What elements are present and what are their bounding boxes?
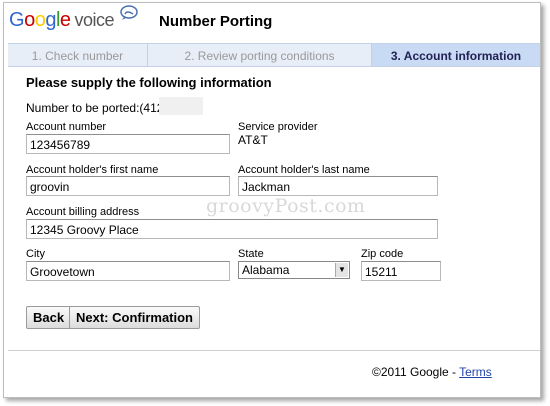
last-name-label: Account holder's last name (238, 164, 370, 176)
page-title: Number Porting (159, 13, 273, 30)
city-label: City (26, 248, 45, 260)
service-provider-value: AT&T (238, 133, 268, 147)
first-name-label: Account holder's first name (26, 164, 159, 176)
dropdown-arrow-icon[interactable]: ▼ (335, 263, 348, 277)
step-review-conditions: 2. Review porting conditions (148, 44, 372, 66)
last-name-input[interactable]: Jackman (238, 176, 438, 196)
billing-address-input[interactable]: 12345 Groovy Place (26, 219, 438, 239)
form-heading: Please supply the following information (26, 75, 272, 90)
account-number-input[interactable]: 123456789 (26, 134, 230, 154)
footer: ©2011 Google - Terms (372, 365, 492, 379)
next-confirmation-button[interactable]: Next: Confirmation (69, 306, 200, 329)
first-name-input[interactable]: groovin (26, 176, 230, 196)
step-check-number: 1. Check number (8, 44, 148, 66)
billing-address-label: Account billing address (26, 206, 140, 218)
state-label: State (238, 248, 264, 260)
account-number-label: Account number (26, 121, 107, 133)
watermark: groovyPost.com (206, 195, 366, 217)
state-select[interactable]: Alabama ▼ (238, 261, 350, 279)
zip-label: Zip code (361, 248, 404, 260)
progress-steps: 1. Check number 2. Review porting condit… (8, 43, 540, 67)
google-voice-logo[interactable]: Google voice (9, 9, 115, 32)
step-account-information: 3. Account information (372, 44, 540, 66)
service-provider-label: Service provider (238, 121, 318, 133)
redacted-number (159, 97, 203, 115)
window-frame: Google voice Number Porting 1. Check numb… (3, 2, 541, 398)
copyright-text: ©2011 Google - (372, 365, 460, 379)
phone-bubble-icon (120, 5, 138, 20)
zip-input[interactable]: 15211 (361, 261, 441, 281)
city-input[interactable]: Groovetown (26, 261, 230, 281)
number-to-port: Number to be ported:(412) (26, 101, 167, 115)
footer-divider (8, 350, 540, 351)
number-label: Number to be ported: (26, 101, 140, 115)
state-selected-value: Alabama (242, 263, 290, 277)
terms-link[interactable]: Terms (459, 365, 492, 379)
back-button[interactable]: Back (26, 306, 72, 329)
